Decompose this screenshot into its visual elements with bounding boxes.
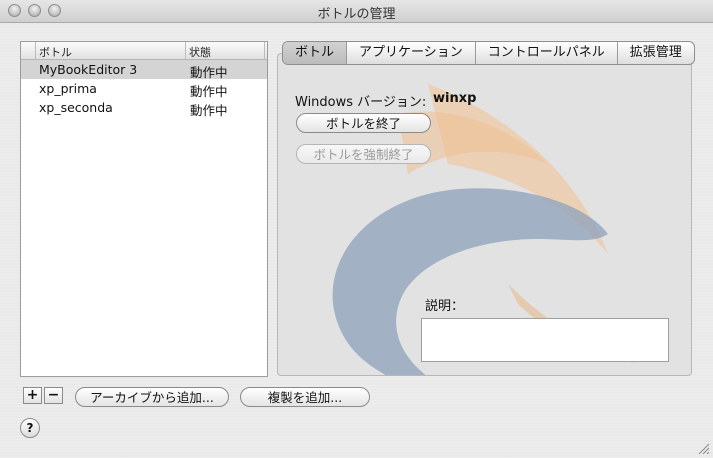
- tab-bar: ボトル アプリケーション コントロールパネル 拡張管理: [282, 41, 695, 65]
- add-bottle-button[interactable]: +: [23, 387, 42, 404]
- bottle-row[interactable]: xp_prima 動作中: [21, 79, 267, 99]
- title-bar[interactable]: ボトルの管理: [0, 0, 713, 23]
- column-separator: [35, 42, 36, 59]
- resize-grip-icon[interactable]: [698, 443, 710, 455]
- column-separator[interactable]: [185, 42, 186, 59]
- bottle-list-header: ボトル 状態: [21, 42, 267, 60]
- help-button[interactable]: ?: [20, 418, 40, 438]
- add-duplicate-button[interactable]: 複製を追加...: [240, 387, 370, 407]
- tab-bottle[interactable]: ボトル: [283, 42, 347, 64]
- stop-bottle-button[interactable]: ボトルを終了: [296, 113, 431, 133]
- bottle-name: xp_prima: [39, 81, 97, 96]
- bottle-list[interactable]: ボトル 状態 MyBookEditor 3 動作中 xp_prima 動作中 x…: [20, 41, 268, 377]
- tab-control-panel[interactable]: コントロールパネル: [474, 42, 617, 64]
- description-label: 説明：: [425, 299, 465, 314]
- windows-version-label: Windows バージョン:: [295, 95, 427, 110]
- description-field[interactable]: [421, 318, 669, 362]
- tab-extensions[interactable]: 拡張管理: [616, 42, 694, 64]
- tab-applications[interactable]: アプリケーション: [346, 42, 475, 64]
- remove-bottle-button[interactable]: −: [44, 387, 63, 404]
- column-header-status[interactable]: 状態: [189, 44, 211, 60]
- force-stop-bottle-button: ボトルを強制終了: [296, 144, 431, 164]
- windows-version-value: winxp: [433, 91, 477, 106]
- bottle-manager-window: ボトルの管理 ボトル 状態 MyBookEditor 3 動作中 xp_prim…: [0, 0, 713, 458]
- window-title: ボトルの管理: [317, 7, 396, 22]
- column-separator: [264, 42, 265, 59]
- bottle-status: 動作中: [190, 103, 228, 118]
- bottle-row[interactable]: xp_seconda 動作中: [21, 98, 267, 118]
- bottle-row[interactable]: MyBookEditor 3 動作中: [21, 60, 267, 80]
- bottle-name: xp_seconda: [39, 100, 113, 115]
- bottle-name: MyBookEditor 3: [39, 62, 138, 77]
- column-header-bottle[interactable]: ボトル: [39, 44, 72, 60]
- add-from-archive-button[interactable]: アーカイブから追加...: [75, 387, 229, 407]
